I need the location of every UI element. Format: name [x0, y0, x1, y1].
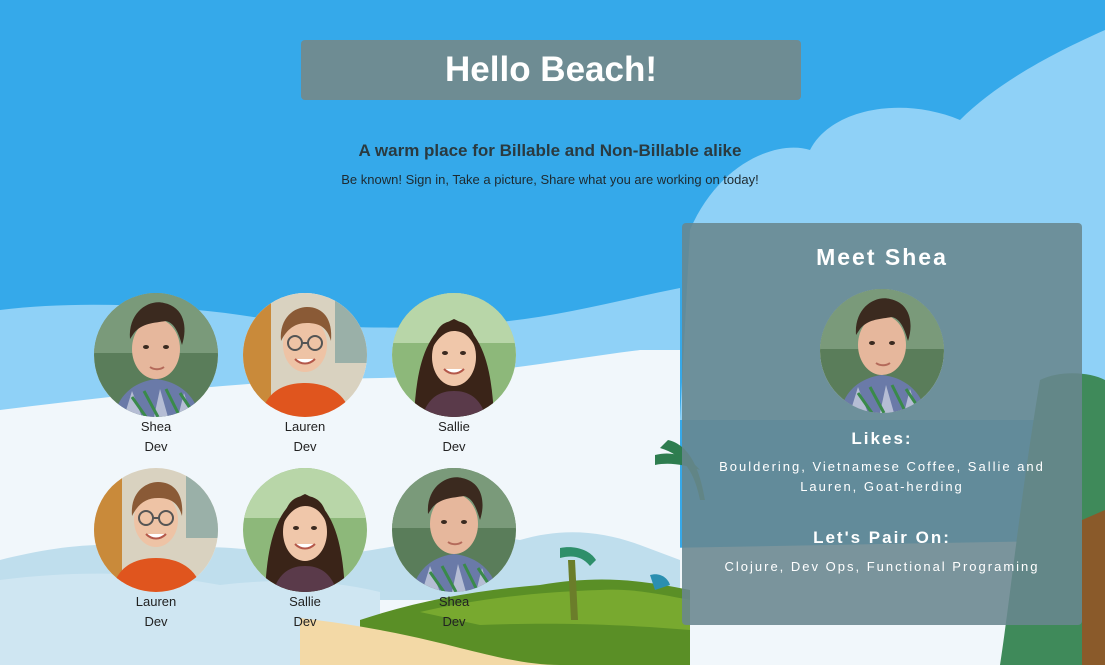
person-card[interactable]: Shea Dev: [93, 293, 219, 457]
profile-panel: Meet Shea Likes: Bouldering, Vietnamese …: [682, 223, 1082, 625]
person-name: Lauren: [135, 594, 177, 609]
page-title: Hello Beach!: [445, 50, 657, 89]
profile-title: Meet Shea: [816, 244, 948, 270]
subline: Be known! Sign in, Take a picture, Share…: [341, 172, 759, 187]
pair-heading: Let's Pair On:: [813, 528, 951, 547]
avatar[interactable]: [243, 468, 367, 592]
person-name: Sallie: [289, 594, 321, 609]
person-role: Dev: [442, 439, 466, 454]
avatar[interactable]: [392, 468, 516, 592]
person-name: Lauren: [284, 419, 326, 434]
avatar[interactable]: [94, 293, 218, 417]
person-name: Sallie: [438, 419, 470, 434]
person-name: Shea: [438, 594, 470, 609]
person-card[interactable]: Sallie Dev: [242, 468, 368, 632]
avatar[interactable]: [392, 293, 516, 417]
person-role: Dev: [293, 439, 317, 454]
person-card[interactable]: Lauren Dev: [93, 468, 219, 632]
person-card[interactable]: Lauren Dev: [242, 293, 368, 457]
person-card[interactable]: Sallie Dev: [391, 293, 517, 457]
avatar[interactable]: [243, 293, 367, 417]
likes-text: Bouldering, Vietnamese Coffee, Sallie an…: [719, 459, 1045, 494]
likes-heading: Likes:: [851, 429, 913, 448]
avatar[interactable]: [94, 468, 218, 592]
hero-title-box: Hello Beach!: [301, 40, 801, 100]
person-name: Shea: [140, 419, 172, 434]
person-role: Dev: [293, 614, 317, 629]
person-role: Dev: [442, 614, 466, 629]
person-role: Dev: [144, 614, 168, 629]
tagline: A warm place for Billable and Non-Billab…: [358, 141, 742, 160]
profile-avatar: [820, 289, 944, 413]
person-card[interactable]: Shea Dev: [391, 468, 517, 632]
person-role: Dev: [144, 439, 168, 454]
pair-text: Clojure, Dev Ops, Functional Programing: [724, 559, 1040, 574]
